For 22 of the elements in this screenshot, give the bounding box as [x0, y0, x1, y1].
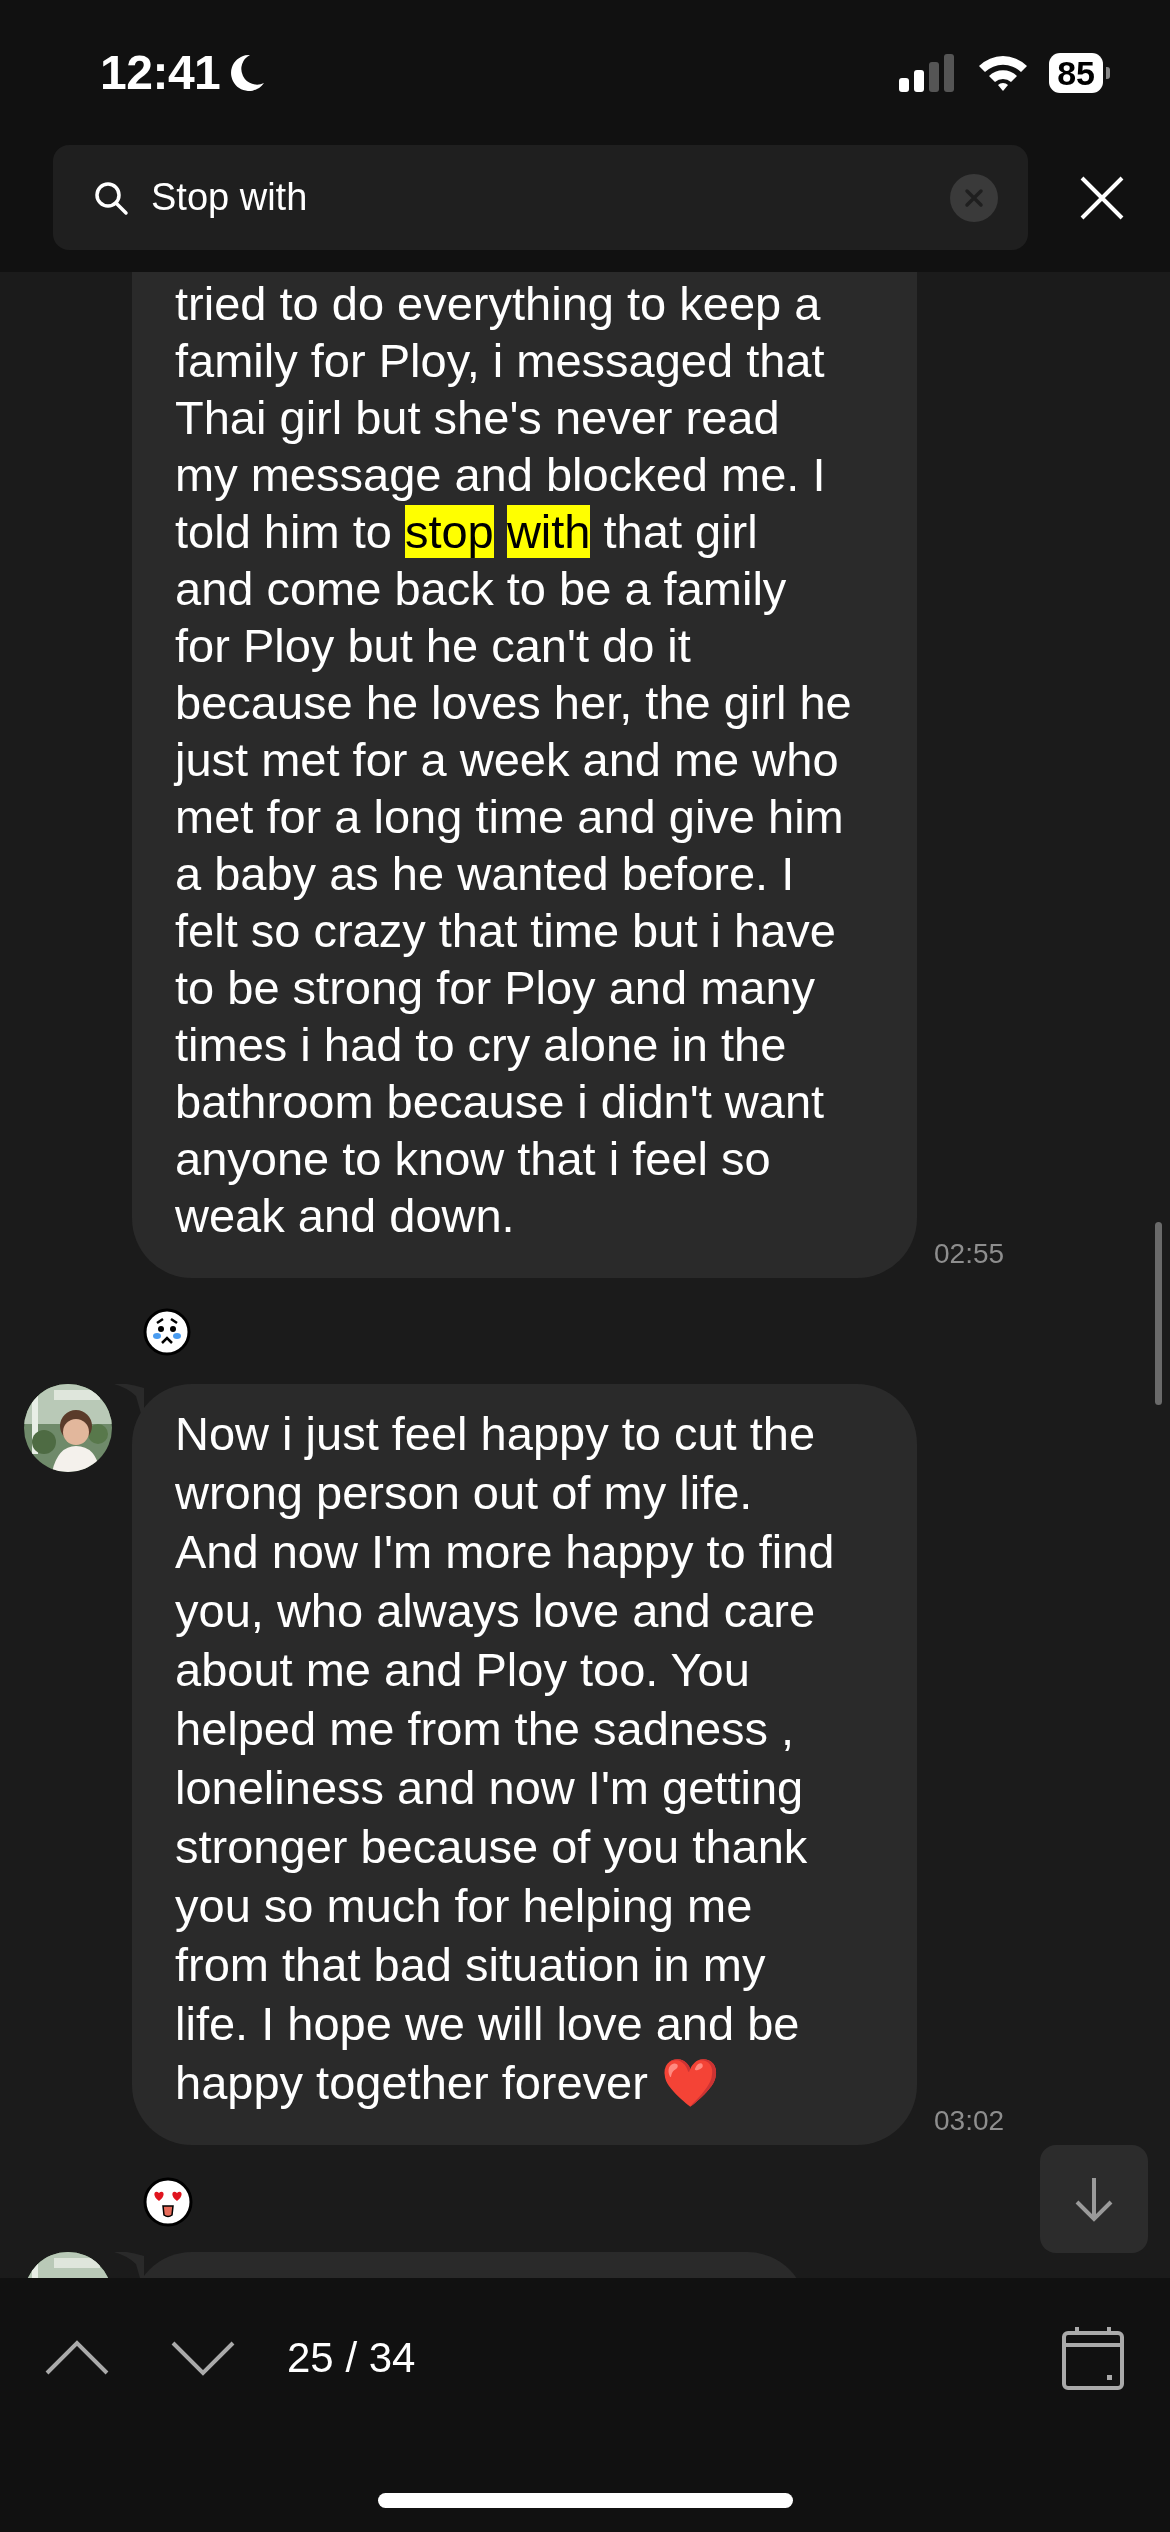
chevron-up-icon [45, 2340, 109, 2376]
crying-face-icon [143, 1308, 191, 1356]
moon-icon [228, 52, 267, 93]
chevron-down-icon [171, 2340, 235, 2376]
next-result-button[interactable] [171, 2340, 235, 2376]
message-time: 03:02 [934, 2105, 1005, 2137]
message-time: 02:55 [934, 1238, 1005, 1270]
calendar-button[interactable] [1061, 2325, 1125, 2391]
calendar-icon [1061, 2325, 1125, 2391]
scroll-down-button[interactable] [1040, 2145, 1148, 2253]
heart-eyes-face-icon [143, 2177, 193, 2227]
scrollbar[interactable] [1155, 1222, 1162, 1405]
clear-icon [964, 187, 984, 208]
status-time: 12:41 [100, 45, 221, 100]
previous-result-button[interactable] [45, 2340, 109, 2376]
search-icon [93, 179, 129, 216]
battery-indicator: 85 [1049, 52, 1110, 93]
wifi-icon [977, 53, 1030, 92]
message-text: tried to do everything to keep a family for Ploy, i messaged that Thai girl but she's never read my message and blocked me. I told him to stop with that girl and come back to be a family for Ploy but he can't do it because he loves her, the girl he just met for a week and me who met for a long time and give him a baby as he wanted before. I felt so crazy that time but i have to be strong for Ploy and many times i had to cry alone in the bathroom because i didn't want anyone to know that i feel so weak and down. [175, 276, 853, 1244]
message-text: Now i just feel happy to cut the wrong person out of my life. And now I'm more happy to find you, who always love and care about me and Ploy too. You helped me from the sadness , loneliness and now I'm getting stronger because of you thank you so much for helping me from that bad situation in my life. I hope we will love and be happy together forever ❤ [175, 1406, 836, 2111]
search-field[interactable]: Stop with [53, 145, 1028, 250]
result-counter: 25 / 34 [287, 2334, 417, 2382]
